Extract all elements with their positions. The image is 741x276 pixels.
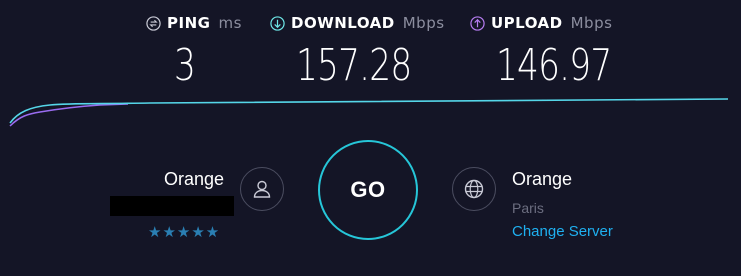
isp-name: Orange [163,169,224,189]
ping-icon [146,15,161,31]
go-button[interactable]: GO [318,140,418,240]
user-provider-button[interactable] [240,167,284,211]
upload-unit: Mbps [570,14,613,32]
upload-arrow-icon [470,15,485,31]
download-arrow-icon [270,15,285,31]
download-label: DOWNLOAD [291,14,395,32]
isp-rating-stars[interactable]: ★★★★★ [148,224,220,240]
change-server-link[interactable]: Change Server [512,223,613,240]
ping-unit: ms [218,14,242,32]
ping-value: 3 [174,40,196,91]
download-metric: DOWNLOAD Mbps 157.28 [270,14,445,91]
speed-graph [9,98,729,127]
upload-metric: UPLOAD Mbps 146.97 [470,14,612,91]
upload-graph-line [9,103,129,127]
globe-icon [464,179,484,199]
ping-header: PING ms [146,14,242,32]
download-value: 157.28 [296,40,412,91]
ping-metric: PING ms 3 [146,14,242,91]
upload-value: 146.97 [496,40,612,91]
speedtest-panel: PING ms 3 DOWNLOAD Mbps 157.28 UPLOAD Mb… [0,0,741,276]
user-icon [253,180,271,198]
download-unit: Mbps [402,14,445,32]
upload-header: UPLOAD Mbps [470,14,612,32]
ping-label: PING [167,14,211,32]
server-location: Paris [512,200,544,216]
redacted-ip-block [110,196,234,216]
download-header: DOWNLOAD Mbps [270,14,445,32]
download-graph-line [9,98,729,124]
server-name: Orange [512,169,573,189]
upload-label: UPLOAD [491,14,563,32]
server-globe-button[interactable] [452,167,496,211]
